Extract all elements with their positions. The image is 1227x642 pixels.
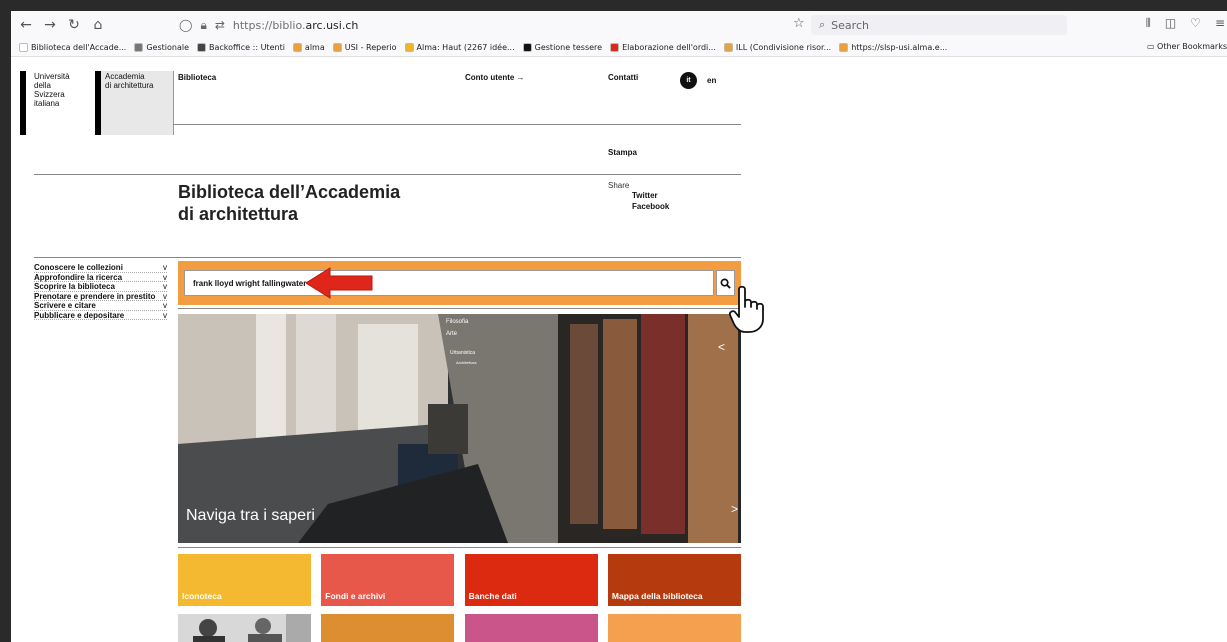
bookmark-favicon-icon [723,43,733,52]
header-rule [173,124,741,125]
bookmark-favicon-icon [292,43,302,52]
share-label: Share [608,181,630,190]
other-bookmarks[interactable]: ▭ Other Bookmarks [1142,42,1227,51]
library-icon[interactable]: ⫴ [1146,16,1151,31]
folder-icon: ▭ [1146,42,1158,51]
chevron-down-icon: v [163,310,167,320]
red-arrow-annotation [306,267,373,299]
hero-caption: Naviga tra i saperi [186,507,315,524]
biblioteca-link[interactable]: Biblioteca [178,73,216,82]
conto-utente-link[interactable]: Conto utente → [465,73,525,82]
bookmark-favicon-icon [404,43,414,52]
bookmark-item[interactable]: Backoffice :: Utenti [197,43,285,52]
pocket-icon[interactable]: ♡ [1190,16,1201,31]
lock-icon: 🔒︎ [200,17,207,32]
hero-label-arte[interactable]: Arte [446,331,457,337]
forward-icon[interactable]: → [39,14,61,36]
bookmark-favicon-icon [197,43,207,52]
back-icon[interactable]: ← [15,14,37,36]
shield-icon: ◯ [179,18,193,32]
search-icon: ⌕ [819,18,826,31]
header-divider [173,71,174,135]
side-menu-item[interactable]: Prenotare e prendere in prestito v [34,291,167,301]
bookmark-favicon-icon [522,43,532,52]
bookmark-item[interactable]: alma [292,43,325,52]
reload-icon[interactable]: ↻ [63,14,85,36]
hero-label-filosofia[interactable]: Filosofia [446,319,468,325]
side-menu-item[interactable]: Pubblicare e depositare v [34,310,167,320]
hand-cursor-icon [729,285,764,333]
title-rule [34,174,741,175]
page-title: Biblioteca dell’Accademia di architettur… [178,182,401,224]
twitter-link[interactable]: Twitter [632,191,658,200]
bookmark-star-icon[interactable]: ☆ [793,16,805,31]
url-text: https://biblio.arc.usi.ch [232,18,359,32]
carousel-prev-icon[interactable]: < [718,340,725,354]
tile-link[interactable]: Fondi e archivi [321,554,455,606]
sidebar-icon[interactable]: ◫ [1165,16,1176,31]
chevron-down-icon: v [163,301,167,310]
catalog-search-input[interactable] [184,270,714,296]
bookmark-item[interactable]: ILL (Condivisione risor... [723,43,831,52]
browser-window: ← → ↻ ⌂ ◯ 🔒︎ ⇄ https://biblio.arc.usi.ch… [11,11,1227,642]
hero-rule [178,547,741,548]
lang-en-button[interactable]: en [707,76,716,85]
bookmark-item[interactable]: Elaborazione dell'ordi... [610,43,716,52]
university-name[interactable]: Università della Svizzera italiana [34,72,70,108]
tile-link[interactable]: Mappa della biblioteca [607,554,741,606]
search-panel [178,261,741,305]
bookmark-favicon-icon [332,43,342,52]
bookmark-item[interactable]: Gestione tessere [522,43,602,52]
search-rule [178,308,741,309]
tile-link[interactable]: Iconoteca [178,554,311,606]
permissions-icon: ⇄ [214,18,225,32]
tile-link[interactable]: Banche dati [464,554,598,606]
contatti-link[interactable]: Contatti [608,73,638,82]
tile-link[interactable] [464,614,598,642]
browser-toolbar: ← → ↻ ⌂ ◯ 🔒︎ ⇄ https://biblio.arc.usi.ch… [11,11,1227,39]
hero-label-urbanistica[interactable]: Urbanistica [450,350,475,356]
facebook-link[interactable]: Facebook [632,202,669,211]
chevron-down-icon: v [163,263,167,272]
chevron-down-icon: v [163,272,167,282]
bookmark-item[interactable]: Biblioteca dell'Accade... [19,43,126,52]
usi-logo-bar [20,71,26,135]
hero-label-architettura[interactable]: Architettura [456,360,476,365]
tile-link[interactable] [607,614,741,642]
menu-icon[interactable]: ≡ [1215,16,1225,31]
carousel-next-icon[interactable]: > [731,502,738,516]
hero-image[interactable]: Filosofia Arte Urbanistica Architettura … [178,314,741,543]
side-menu: Conoscere le collezioni v Approfondire la … [34,263,167,320]
side-menu-item[interactable]: Approfondire la ricerca v [34,272,167,282]
tile-link[interactable] [321,614,455,642]
stampa-link[interactable]: Stampa [608,148,637,157]
bookmark-favicon-icon [839,43,849,52]
chevron-down-icon: v [163,282,167,291]
bookmark-item[interactable]: USI - Reperio [332,43,397,52]
lang-it-button[interactable]: it [680,72,697,89]
bookmark-favicon-icon [134,43,144,52]
tile-photo[interactable] [178,614,311,642]
bookmark-item[interactable]: Gestionale [134,43,189,52]
menu-rule [34,257,741,258]
bookmark-favicon-icon [19,43,28,52]
web-page: Università della Svizzera italiana Accad… [11,57,1227,642]
bookmark-item[interactable]: https://slsp-usi.alma.e... [839,43,947,52]
browser-search-input[interactable]: ⌕ Search [811,15,1067,35]
bookmarks-bar: Biblioteca dell'Accade... Gestionale Backo… [11,39,1227,57]
people-photo [178,614,311,642]
academy-name[interactable]: Accademia di architettura [105,72,153,90]
side-menu-item[interactable]: Conoscere le collezioni v [34,263,167,273]
side-menu-item[interactable]: Scrivere e citare v [34,301,167,311]
home-icon[interactable]: ⌂ [87,14,109,36]
chevron-down-icon: v [163,291,167,301]
bookmark-favicon-icon [610,43,620,52]
side-menu-item[interactable]: Scoprire la biblioteca v [34,282,167,292]
bookmark-item[interactable]: Alma: Haut (2267 idée... [404,43,515,52]
